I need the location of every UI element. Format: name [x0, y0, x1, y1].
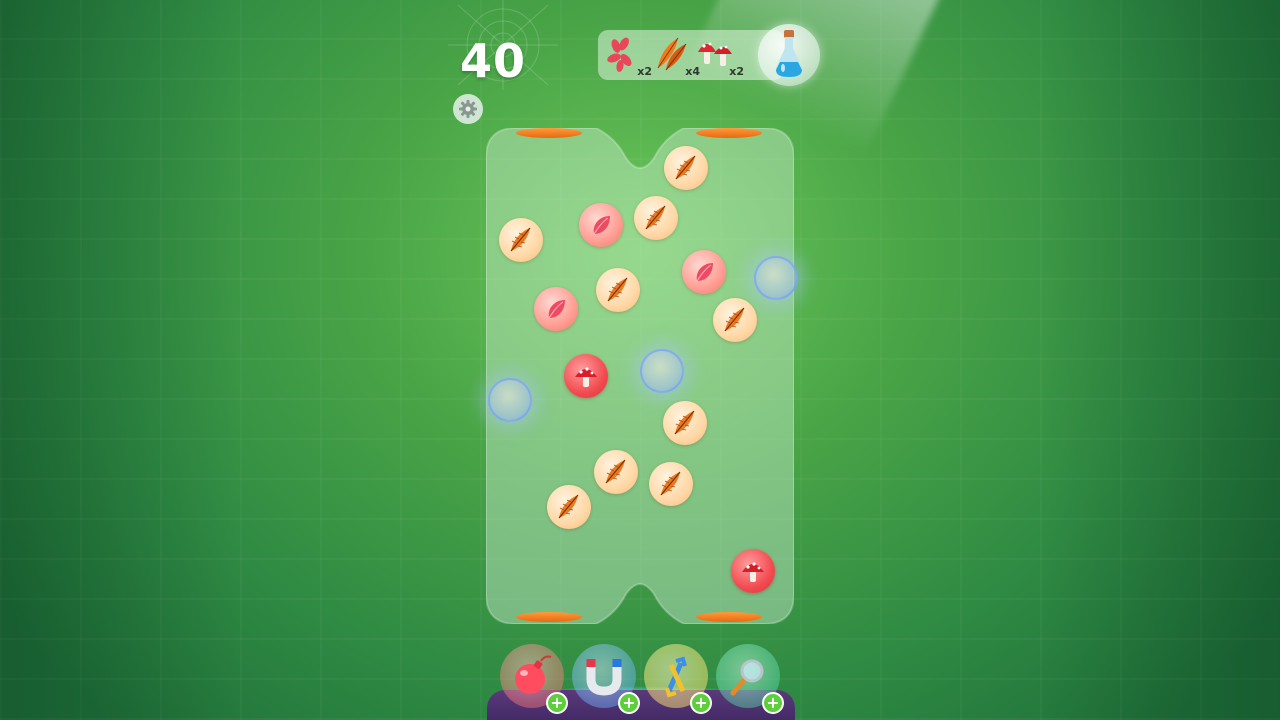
- magnifier-powerup-button[interactable]: +: [716, 644, 784, 714]
- add-swap-button[interactable]: +: [690, 692, 712, 714]
- feather-ball[interactable]: [547, 485, 591, 529]
- bomb-icon: [515, 655, 552, 694]
- feather-icon: [607, 277, 628, 302]
- add-magnifier-button[interactable]: +: [762, 692, 784, 714]
- petal-icon: [696, 263, 713, 282]
- feather-ball[interactable]: [713, 298, 757, 342]
- recipe-item-feather: x4: [652, 34, 700, 78]
- recipe-count-petal: x2: [637, 65, 652, 78]
- petal-ball[interactable]: [534, 287, 578, 331]
- recipe-item-mushroom: x2: [696, 34, 744, 78]
- mushroom-icon: [742, 562, 764, 582]
- swap-powerup-button[interactable]: +: [644, 644, 712, 714]
- recipe-item-petal: x2: [604, 34, 652, 78]
- right-shade: [1040, 0, 1280, 720]
- jar-cap-bottom-right: [696, 612, 762, 622]
- magnifier-icon: [730, 659, 764, 696]
- jar-cap-bottom-left: [516, 612, 582, 622]
- feather-ball[interactable]: [594, 450, 638, 494]
- feather-ball[interactable]: [663, 401, 707, 445]
- score-counter: 40: [460, 34, 527, 88]
- mushroom-ball[interactable]: [564, 354, 608, 398]
- target-potion: [758, 24, 820, 86]
- feather-ball[interactable]: [596, 268, 640, 312]
- magnet-icon: [586, 659, 622, 696]
- mushroom-icon: [575, 367, 597, 387]
- bomb-powerup-button[interactable]: +: [500, 644, 568, 714]
- feather-icon: [674, 410, 695, 435]
- feather-icon: [660, 471, 681, 496]
- bubble-ball[interactable]: [640, 349, 684, 393]
- petal-icon: [548, 300, 565, 319]
- feather-icon: [724, 307, 745, 332]
- swap-arrows-icon: [665, 656, 687, 698]
- feather-ball[interactable]: [649, 462, 693, 506]
- magnet-powerup-button[interactable]: +: [572, 644, 640, 714]
- petal-ball[interactable]: [682, 250, 726, 294]
- recipe-count-mushroom: x2: [729, 65, 744, 78]
- gear-icon: [459, 100, 477, 118]
- jar-cap-top-left: [516, 128, 582, 138]
- petal-ball[interactable]: [579, 203, 623, 247]
- feather-icon: [558, 494, 579, 519]
- jar-cap-top-right: [696, 128, 762, 138]
- feather-icon: [605, 459, 626, 484]
- petal-icon: [593, 216, 610, 235]
- recipe-panel: x2 x4 x2: [598, 30, 784, 80]
- add-bomb-button[interactable]: +: [546, 692, 568, 714]
- settings-button[interactable]: [453, 94, 483, 124]
- feather-icon: [510, 227, 531, 252]
- feather-ball[interactable]: [664, 146, 708, 190]
- feather-ball[interactable]: [634, 196, 678, 240]
- feather-icon: [675, 155, 696, 180]
- feather-ball[interactable]: [499, 218, 543, 262]
- powerup-bar: + + + +: [500, 644, 790, 720]
- left-shade: [0, 0, 240, 720]
- mushroom-ball[interactable]: [731, 549, 775, 593]
- bubble-ball[interactable]: [754, 256, 798, 300]
- bubble-ball[interactable]: [488, 378, 532, 422]
- feather-icon: [645, 205, 666, 230]
- potion-bottle-icon: [775, 30, 803, 78]
- add-magnet-button[interactable]: +: [618, 692, 640, 714]
